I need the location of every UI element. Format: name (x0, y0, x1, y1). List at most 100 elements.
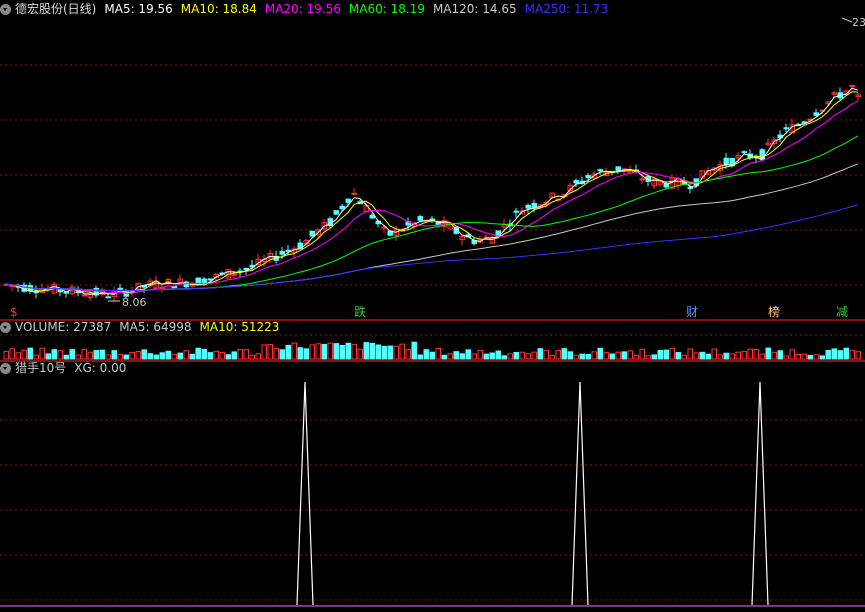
ma-line (5, 87, 859, 295)
volume-bar (723, 352, 729, 360)
volume-bar (477, 350, 483, 360)
collapse-icon[interactable] (0, 362, 11, 374)
candle-body (369, 214, 375, 219)
volume-bar (687, 348, 693, 360)
volume-bar (303, 348, 309, 360)
volume-label: VOLUME: 27387 (15, 320, 112, 334)
candle-body (783, 127, 789, 130)
volume-bars (3, 341, 861, 360)
volume-bar (567, 351, 573, 360)
ma-line (5, 100, 859, 294)
volume-bar (849, 349, 855, 360)
volume-bar (597, 347, 603, 360)
volume-bar (465, 349, 471, 360)
event-tag-finance[interactable]: 财 (686, 305, 698, 319)
volume-bar (435, 347, 441, 360)
volume-bar (519, 351, 525, 360)
volume-bar (579, 353, 585, 360)
volume-bar (807, 354, 813, 360)
volume-bar (51, 349, 57, 360)
kline-chart[interactable]: 23 8.06 $ 跌 财 榜 减 (0, 0, 865, 612)
candle-body (171, 285, 177, 289)
ma-line (5, 91, 859, 295)
collapse-icon[interactable] (0, 321, 11, 333)
volume-bar (405, 349, 411, 360)
volume-bar (525, 353, 531, 360)
volume-bar (81, 349, 87, 360)
event-tag-dollar[interactable]: $ (10, 305, 18, 319)
volume-bar (255, 353, 261, 360)
candle-body (687, 186, 693, 190)
volume-bar (591, 351, 597, 360)
event-tag-reduce[interactable]: 减 (836, 305, 848, 319)
volume-bar (699, 351, 705, 360)
volume-bar (69, 349, 75, 360)
volume-bar (663, 349, 669, 360)
volume-bar (57, 350, 63, 360)
volume-bar (801, 353, 807, 360)
volume-bar (207, 352, 213, 360)
volume-bar (471, 353, 477, 360)
event-tag-drop[interactable]: 跌 (354, 304, 366, 319)
volume-bar (615, 351, 621, 360)
candle-body (207, 278, 213, 281)
volume-bar (327, 342, 333, 360)
volume-bar (387, 345, 393, 360)
volume-bar (3, 350, 9, 360)
volume-header: VOLUME: 27387 MA5: 64998 MA10: 51223 (0, 318, 287, 336)
candle-body (243, 267, 249, 270)
volume-bar (729, 353, 735, 360)
volume-bar (705, 353, 711, 360)
volume-bar (837, 350, 843, 360)
volume-bar (609, 353, 615, 360)
candle-body (639, 178, 645, 181)
candle-body (309, 230, 315, 237)
high-price-label: 23 (852, 16, 865, 29)
high-pointer (841, 17, 853, 23)
volume-bar (459, 353, 465, 360)
volume-bar (777, 350, 783, 360)
volume-bar (819, 355, 825, 360)
volume-bar (279, 349, 285, 360)
volume-bar (111, 350, 117, 360)
volume-bar (333, 343, 339, 360)
volume-bar (759, 353, 765, 360)
candle-body (573, 180, 579, 184)
volume-bar (855, 351, 861, 360)
volume-bar (531, 351, 537, 360)
volume-bar (9, 348, 15, 360)
volume-bar (135, 351, 141, 360)
volume-bar (693, 352, 699, 360)
volume-bar (189, 353, 195, 360)
volume-bar (369, 342, 375, 360)
volume-bar (171, 353, 177, 360)
signal-name: 猎手10号 (15, 361, 67, 375)
candle-body (285, 249, 291, 252)
volume-bar (183, 350, 189, 360)
volume-bar (507, 353, 513, 360)
volume-bar (765, 347, 771, 360)
volume-bar (321, 343, 327, 360)
volume-bar (219, 352, 225, 360)
event-tag-rank[interactable]: 榜 (768, 304, 780, 319)
volume-bar (351, 343, 357, 360)
volume-bar (555, 350, 561, 360)
volume-bar (285, 344, 291, 360)
volume-bar (411, 341, 417, 360)
volume-bar (297, 347, 303, 360)
volume-bar (165, 350, 171, 360)
volume-bar (771, 351, 777, 360)
volume-bar (153, 354, 159, 360)
volume-bar (789, 349, 795, 360)
volume-bar (243, 349, 249, 360)
volume-bar (795, 353, 801, 360)
candle-body (105, 296, 111, 299)
volume-bar (483, 353, 489, 360)
volume-ma10-label: MA10: 51223 (199, 320, 280, 334)
volume-bar (651, 354, 657, 360)
volume-bar (147, 353, 153, 360)
volume-bar (315, 343, 321, 360)
volume-bar (513, 351, 519, 360)
signal-spike (296, 381, 314, 606)
volume-bar (393, 345, 399, 360)
